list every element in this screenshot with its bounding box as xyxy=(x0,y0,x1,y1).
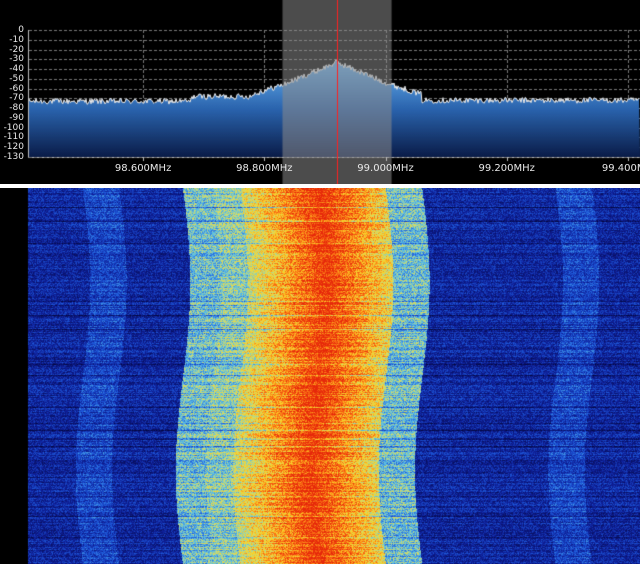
spectrum-plot[interactable] xyxy=(0,0,640,184)
sdr-receiver-display: 0 -10 -20 -30 -40 -50 -60 -70 -80 -90 -1… xyxy=(0,0,640,564)
waterfall-display[interactable] xyxy=(0,188,640,564)
